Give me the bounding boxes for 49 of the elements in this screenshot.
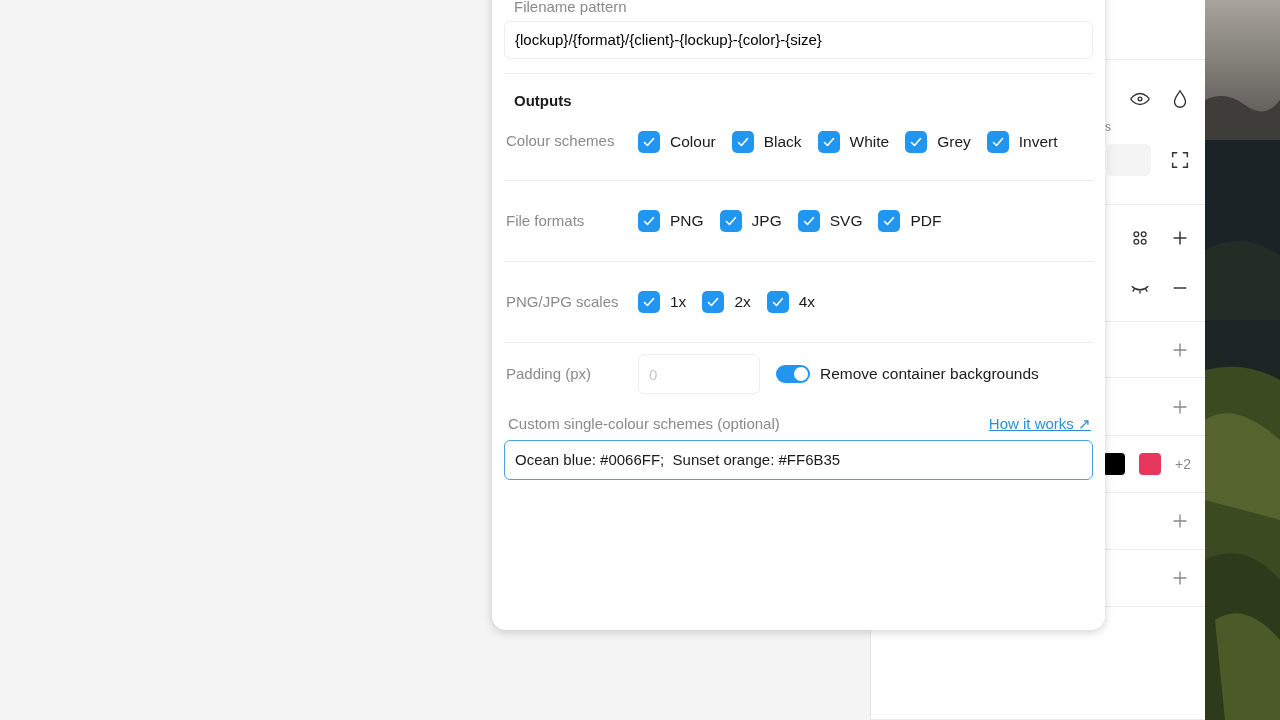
checkbox[interactable] xyxy=(731,130,754,153)
check-icon xyxy=(642,295,656,309)
expand-icon[interactable] xyxy=(1169,149,1191,171)
option-label: JPG xyxy=(751,211,782,232)
field-label: Custom single-colour schemes (optional) xyxy=(507,414,780,434)
row-label: Colour schemes xyxy=(505,131,616,151)
check-icon xyxy=(723,214,738,228)
checkbox[interactable] xyxy=(719,210,742,232)
option-label: 4x xyxy=(798,292,816,313)
checkbox[interactable] xyxy=(638,210,660,232)
check-icon xyxy=(642,214,656,228)
checkbox[interactable] xyxy=(766,291,789,313)
row-label: File formats xyxy=(505,210,586,231)
checkbox[interactable] xyxy=(702,291,725,313)
custom-schemes-field[interactable]: Ocean blue: #0066FF; Sunset orange: #FF6B35 xyxy=(504,439,1093,480)
checkbox[interactable] xyxy=(878,210,901,232)
more-count: +2 xyxy=(1175,454,1191,474)
filename-pattern-field[interactable]: {lockup}/{format}/{client}-{lockup}-{color}-{size} xyxy=(504,20,1093,59)
check-icon xyxy=(882,214,897,228)
field-label: Filename pattern xyxy=(513,0,628,17)
option-label: Invert xyxy=(1018,132,1058,152)
checkbox[interactable] xyxy=(638,130,660,153)
section-title: Outputs xyxy=(513,90,573,111)
color-swatch[interactable] xyxy=(1103,453,1126,475)
option-label: PNG xyxy=(670,211,704,232)
row-label: PNG/JPG scales xyxy=(505,291,620,312)
help-link[interactable]: How it works ↗ xyxy=(988,413,1091,436)
check-icon xyxy=(706,295,721,309)
field-label: s xyxy=(1105,119,1111,136)
row-label: Padding (px) xyxy=(505,363,593,384)
checkbox[interactable] xyxy=(905,130,928,153)
option-label: White xyxy=(849,132,890,152)
checkbox[interactable] xyxy=(986,130,1009,153)
option-label: Black xyxy=(763,132,802,152)
option-label: Grey xyxy=(937,132,971,152)
checkbox[interactable] xyxy=(638,291,660,313)
toggle-switch[interactable] xyxy=(776,365,810,383)
color-swatch[interactable] xyxy=(1139,453,1162,475)
check-icon xyxy=(770,295,785,309)
checkbox[interactable] xyxy=(797,210,820,232)
option-label: 1x xyxy=(670,292,687,313)
option-label: SVG xyxy=(829,211,863,232)
toggle-label: Remove container backgrounds xyxy=(820,364,1039,385)
input-field[interactable] xyxy=(1107,144,1151,176)
option-label: 2x xyxy=(734,292,751,313)
option-label: PDF xyxy=(910,211,942,232)
checkbox[interactable] xyxy=(817,130,840,153)
check-icon xyxy=(801,214,816,228)
option-label: Colour xyxy=(670,132,716,152)
